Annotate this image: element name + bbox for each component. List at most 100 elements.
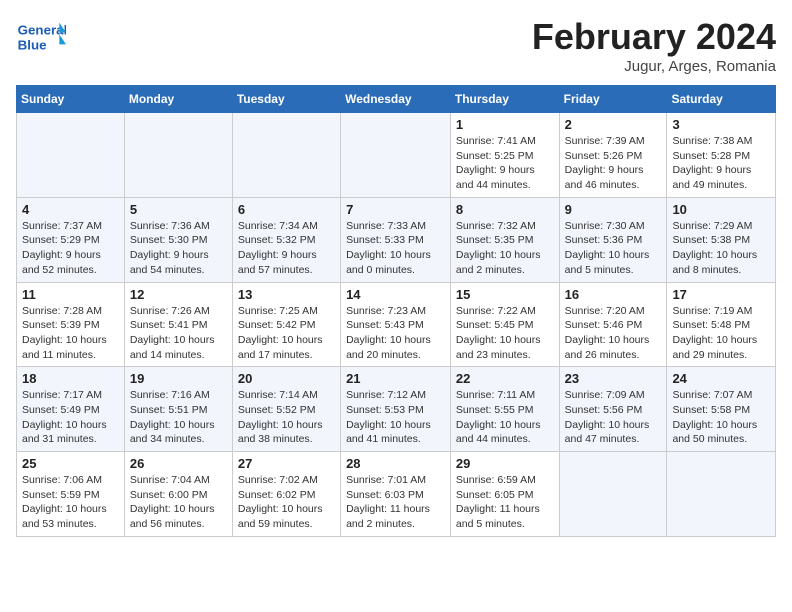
col-tuesday: Tuesday [232, 86, 340, 113]
day-number: 25 [22, 456, 119, 471]
calendar-cell: 24 Sunrise: 7:07 AMSunset: 5:58 PMDayligh… [667, 367, 776, 452]
logo-icon: General Blue [16, 16, 66, 56]
day-info: Sunrise: 7:07 AMSunset: 5:58 PMDaylight:… [672, 388, 770, 447]
calendar-cell: 27 Sunrise: 7:02 AMSunset: 6:02 PMDayligh… [232, 452, 340, 537]
calendar-cell: 21 Sunrise: 7:12 AMSunset: 5:53 PMDayligh… [341, 367, 451, 452]
day-info: Sunrise: 7:28 AMSunset: 5:39 PMDaylight:… [22, 304, 119, 363]
calendar-body: 1 Sunrise: 7:41 AMSunset: 5:25 PMDaylight… [17, 113, 776, 537]
day-info: Sunrise: 7:32 AMSunset: 5:35 PMDaylight:… [456, 219, 554, 278]
day-number: 29 [456, 456, 554, 471]
calendar-header: Sunday Monday Tuesday Wednesday Thursday… [17, 86, 776, 113]
day-info: Sunrise: 6:59 AMSunset: 6:05 PMDaylight:… [456, 473, 554, 532]
calendar-cell: 19Sunrise: 7:16 AMSunset: 5:51 PMDayligh… [124, 367, 232, 452]
day-number: 9 [565, 202, 662, 217]
day-number: 1 [456, 117, 554, 132]
calendar-cell: 26Sunrise: 7:04 AMSunset: 6:00 PMDayligh… [124, 452, 232, 537]
calendar-cell: 20 Sunrise: 7:14 AMSunset: 5:52 PMDayligh… [232, 367, 340, 452]
day-info: Sunrise: 7:33 AMSunset: 5:33 PMDaylight:… [346, 219, 445, 278]
day-info: Sunrise: 7:09 AMSunset: 5:56 PMDaylight:… [565, 388, 662, 447]
calendar-week-2: 11Sunrise: 7:28 AMSunset: 5:39 PMDayligh… [17, 282, 776, 367]
calendar-cell [341, 113, 451, 198]
calendar-cell: 15 Sunrise: 7:22 AMSunset: 5:45 PMDayligh… [450, 282, 559, 367]
calendar-week-1: 4 Sunrise: 7:37 AMSunset: 5:29 PMDaylight… [17, 197, 776, 282]
calendar-cell [667, 452, 776, 537]
day-info: Sunrise: 7:19 AMSunset: 5:48 PMDaylight:… [672, 304, 770, 363]
calendar-cell: 16Sunrise: 7:20 AMSunset: 5:46 PMDayligh… [559, 282, 667, 367]
col-saturday: Saturday [667, 86, 776, 113]
day-info: Sunrise: 7:22 AMSunset: 5:45 PMDaylight:… [456, 304, 554, 363]
day-info: Sunrise: 7:25 AMSunset: 5:42 PMDaylight:… [238, 304, 335, 363]
day-info: Sunrise: 7:16 AMSunset: 5:51 PMDaylight:… [130, 388, 227, 447]
calendar-week-3: 18 Sunrise: 7:17 AMSunset: 5:49 PMDayligh… [17, 367, 776, 452]
calendar-cell: 7 Sunrise: 7:33 AMSunset: 5:33 PMDaylight… [341, 197, 451, 282]
day-number: 23 [565, 371, 662, 386]
day-info: Sunrise: 7:14 AMSunset: 5:52 PMDaylight:… [238, 388, 335, 447]
day-number: 6 [238, 202, 335, 217]
day-number: 28 [346, 456, 445, 471]
col-friday: Friday [559, 86, 667, 113]
day-number: 26 [130, 456, 227, 471]
calendar-cell: 13 Sunrise: 7:25 AMSunset: 5:42 PMDayligh… [232, 282, 340, 367]
day-info: Sunrise: 7:06 AMSunset: 5:59 PMDaylight:… [22, 473, 119, 532]
col-wednesday: Wednesday [341, 86, 451, 113]
title-block: February 2024 Jugur, Arges, Romania [532, 16, 776, 75]
calendar-cell: 10 Sunrise: 7:29 AMSunset: 5:38 PMDayligh… [667, 197, 776, 282]
day-number: 5 [130, 202, 227, 217]
day-info: Sunrise: 7:41 AMSunset: 5:25 PMDaylight:… [456, 134, 554, 193]
day-number: 2 [565, 117, 662, 132]
day-number: 4 [22, 202, 119, 217]
calendar-cell: 5 Sunrise: 7:36 AMSunset: 5:30 PMDaylight… [124, 197, 232, 282]
day-number: 17 [672, 287, 770, 302]
calendar-cell: 28 Sunrise: 7:01 AMSunset: 6:03 PMDayligh… [341, 452, 451, 537]
calendar-cell [559, 452, 667, 537]
calendar-cell: 11Sunrise: 7:28 AMSunset: 5:39 PMDayligh… [17, 282, 125, 367]
col-sunday: Sunday [17, 86, 125, 113]
calendar-week-0: 1 Sunrise: 7:41 AMSunset: 5:25 PMDaylight… [17, 113, 776, 198]
day-info: Sunrise: 7:36 AMSunset: 5:30 PMDaylight:… [130, 219, 227, 278]
calendar-week-4: 25 Sunrise: 7:06 AMSunset: 5:59 PMDayligh… [17, 452, 776, 537]
day-info: Sunrise: 7:01 AMSunset: 6:03 PMDaylight:… [346, 473, 445, 532]
col-monday: Monday [124, 86, 232, 113]
day-info: Sunrise: 7:37 AMSunset: 5:29 PMDaylight:… [22, 219, 119, 278]
calendar-table: Sunday Monday Tuesday Wednesday Thursday… [16, 85, 776, 537]
day-number: 27 [238, 456, 335, 471]
calendar-cell: 8Sunrise: 7:32 AMSunset: 5:35 PMDaylight… [450, 197, 559, 282]
day-info: Sunrise: 7:38 AMSunset: 5:28 PMDaylight:… [672, 134, 770, 193]
calendar-cell [232, 113, 340, 198]
calendar-cell [124, 113, 232, 198]
calendar-cell: 12Sunrise: 7:26 AMSunset: 5:41 PMDayligh… [124, 282, 232, 367]
calendar-title: February 2024 [532, 16, 776, 58]
calendar-cell: 6Sunrise: 7:34 AMSunset: 5:32 PMDaylight… [232, 197, 340, 282]
day-info: Sunrise: 7:11 AMSunset: 5:55 PMDaylight:… [456, 388, 554, 447]
day-number: 10 [672, 202, 770, 217]
svg-text:General: General [18, 22, 66, 37]
day-info: Sunrise: 7:12 AMSunset: 5:53 PMDaylight:… [346, 388, 445, 447]
svg-text:Blue: Blue [18, 37, 47, 52]
day-number: 16 [565, 287, 662, 302]
page-header: General Blue February 2024 Jugur, Arges,… [16, 16, 776, 75]
day-number: 18 [22, 371, 119, 386]
day-number: 24 [672, 371, 770, 386]
calendar-cell: 2Sunrise: 7:39 AMSunset: 5:26 PMDaylight… [559, 113, 667, 198]
day-number: 7 [346, 202, 445, 217]
calendar-cell: 23 Sunrise: 7:09 AMSunset: 5:56 PMDayligh… [559, 367, 667, 452]
calendar-cell: 18 Sunrise: 7:17 AMSunset: 5:49 PMDayligh… [17, 367, 125, 452]
day-info: Sunrise: 7:23 AMSunset: 5:43 PMDaylight:… [346, 304, 445, 363]
calendar-subtitle: Jugur, Arges, Romania [532, 58, 776, 75]
col-thursday: Thursday [450, 86, 559, 113]
day-number: 15 [456, 287, 554, 302]
calendar-cell: 29 Sunrise: 6:59 AMSunset: 6:05 PMDayligh… [450, 452, 559, 537]
day-info: Sunrise: 7:30 AMSunset: 5:36 PMDaylight:… [565, 219, 662, 278]
day-info: Sunrise: 7:17 AMSunset: 5:49 PMDaylight:… [22, 388, 119, 447]
day-info: Sunrise: 7:29 AMSunset: 5:38 PMDaylight:… [672, 219, 770, 278]
day-number: 20 [238, 371, 335, 386]
day-info: Sunrise: 7:02 AMSunset: 6:02 PMDaylight:… [238, 473, 335, 532]
day-number: 12 [130, 287, 227, 302]
day-number: 22 [456, 371, 554, 386]
calendar-cell: 25 Sunrise: 7:06 AMSunset: 5:59 PMDayligh… [17, 452, 125, 537]
calendar-cell: 9 Sunrise: 7:30 AMSunset: 5:36 PMDaylight… [559, 197, 667, 282]
day-number: 21 [346, 371, 445, 386]
calendar-cell: 17 Sunrise: 7:19 AMSunset: 5:48 PMDayligh… [667, 282, 776, 367]
logo: General Blue [16, 16, 70, 56]
day-number: 13 [238, 287, 335, 302]
